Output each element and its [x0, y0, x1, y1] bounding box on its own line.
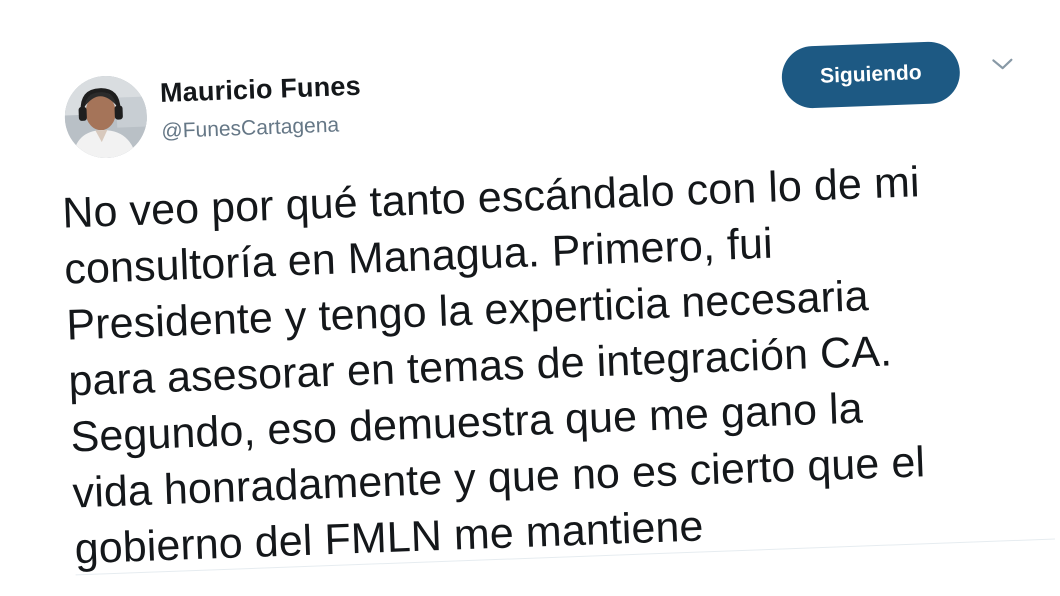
tweet-card: Mauricio Funes @FunesCartagena Siguiendo…	[50, 4, 1059, 585]
author-display-name[interactable]: Mauricio Funes	[159, 71, 361, 109]
screenshot-stage: Mauricio Funes @FunesCartagena Siguiendo…	[0, 0, 1060, 596]
chevron-down-icon[interactable]	[991, 57, 1013, 72]
author-handle[interactable]: @FunesCartagena	[161, 113, 340, 143]
user-avatar-icon	[63, 74, 149, 160]
following-button[interactable]: Siguiendo	[780, 40, 961, 110]
tweet-text: No veo por qué tanto escándalo con lo de…	[61, 150, 1055, 578]
author-avatar[interactable]	[63, 74, 149, 160]
